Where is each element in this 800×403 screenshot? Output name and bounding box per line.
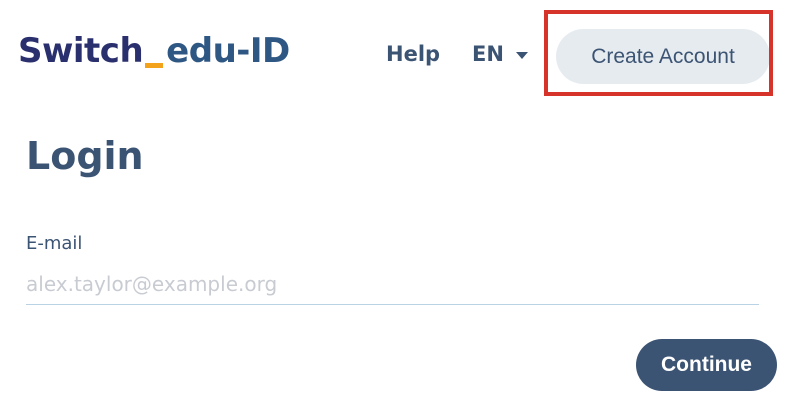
language-selector[interactable]: EN xyxy=(472,42,528,66)
logo-text-switch: Switch xyxy=(18,31,144,71)
help-link[interactable]: Help xyxy=(386,42,440,66)
email-label: E-mail xyxy=(26,233,83,254)
caret-down-icon xyxy=(515,51,528,59)
login-page: Switch edu-ID Help EN Create Account Log… xyxy=(0,0,800,403)
page-title: Login xyxy=(26,134,144,178)
logo-underscore-mark xyxy=(145,63,164,68)
logo-text-edu-id: edu-ID xyxy=(166,31,290,71)
switch-edu-id-logo[interactable]: Switch edu-ID xyxy=(18,34,290,82)
email-input[interactable] xyxy=(26,264,759,305)
continue-button[interactable]: Continue xyxy=(636,339,777,391)
language-code: EN xyxy=(472,42,504,66)
highlight-annotation-box xyxy=(544,10,773,96)
